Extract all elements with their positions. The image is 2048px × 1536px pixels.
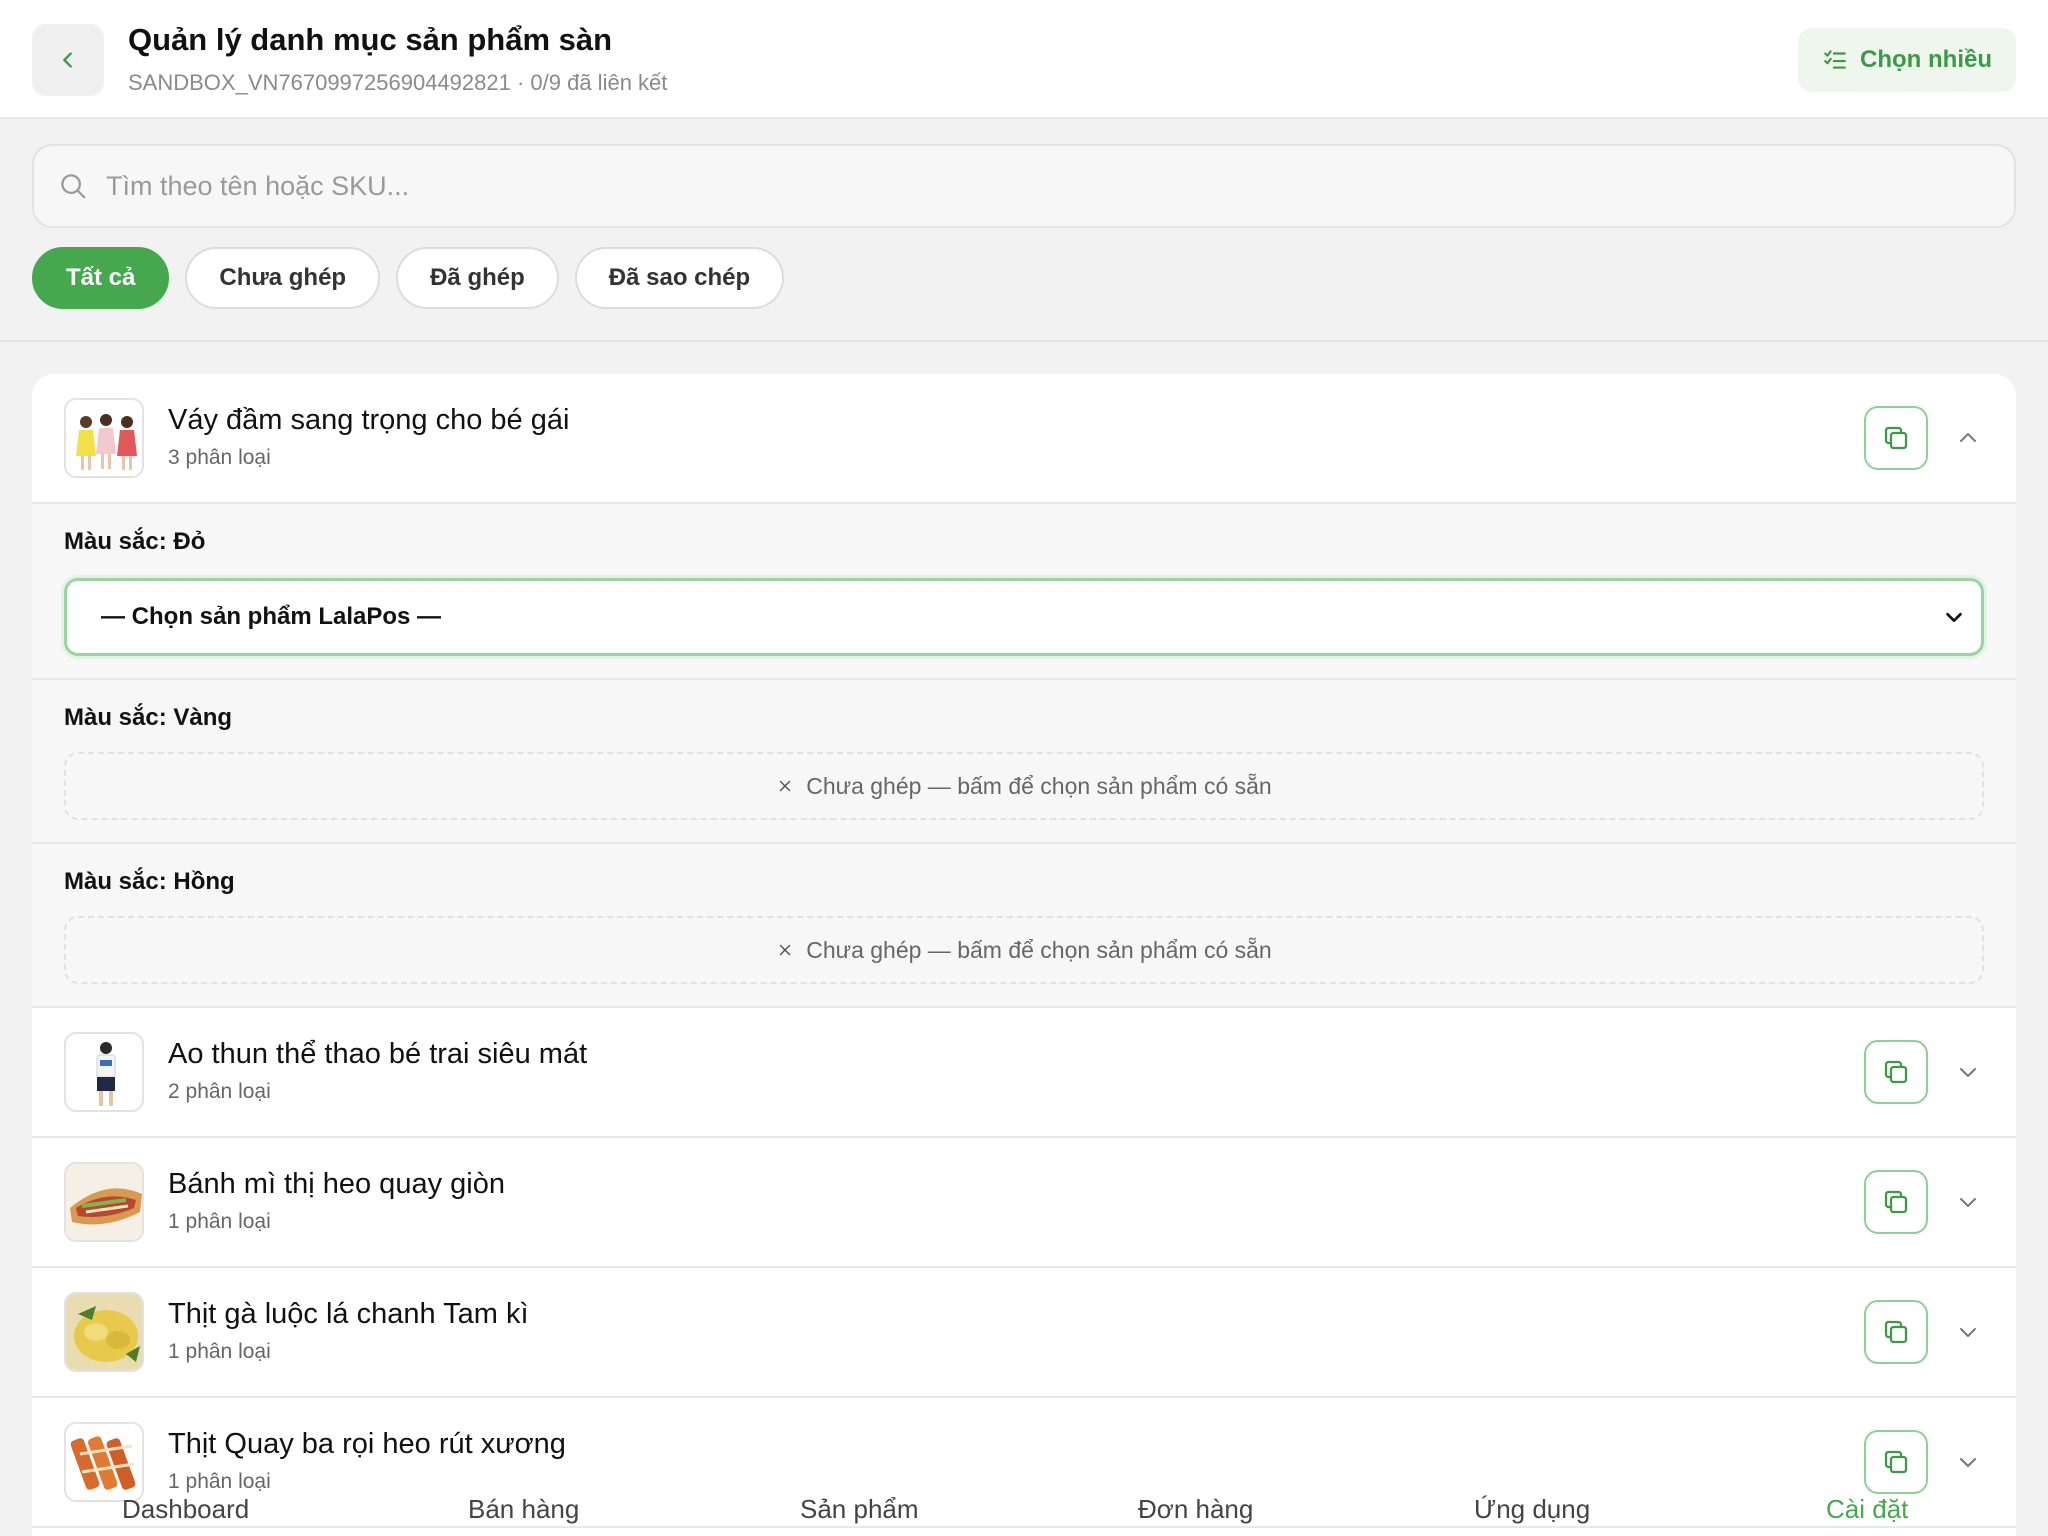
variant-count: 1 phân loại [168,1210,271,1233]
chevron-down-icon [1960,1328,1976,1337]
copy-button[interactable] [1864,1430,1928,1494]
app-root: Quản lý danh mục sản phẩm sàn SANDBOX_VN… [0,0,2048,1536]
collapse-toggle[interactable] [1952,422,1984,454]
copy-button[interactable] [1864,1300,1928,1364]
chevron-down-icon [1960,1068,1976,1077]
back-button[interactable] [32,24,104,96]
unmatched-placeholder[interactable]: Chưa ghép — bấm để chọn sản phẩm có sẵn [64,916,1984,984]
unmatched-text: Chưa ghép — bấm để chọn sản phẩm có sẵn [806,772,1272,799]
unmatched-text: Chưa ghép — bấm để chọn sản phẩm có sẵn [806,936,1272,963]
product-name: Thịt Quay ba rọi heo rút xương [168,1428,566,1460]
filter-all[interactable]: Tất cả [32,247,170,309]
expand-toggle[interactable] [1952,1316,1984,1348]
variant-count: 1 phân loại [168,1340,271,1363]
bottom-navigation: Dashboard Bán hàng Sản phẩm Đơn hàng Ứng… [0,1494,2048,1536]
copy-icon [1884,1190,1908,1214]
filter-copied[interactable]: Đã sao chép [574,247,785,309]
filter-unmatched[interactable]: Chưa ghép [185,247,381,309]
copy-icon [1884,1320,1908,1344]
product-row[interactable]: Váy đầm sang trọng cho bé gái 3 phân loạ… [32,374,2016,504]
product-row[interactable]: Thịt gà luộc lá chanh Tam kì 1 phân loại [32,1268,2016,1398]
chevron-up-icon [1960,433,1976,442]
variant-count: 1 phân loại [168,1470,271,1493]
top-header: Quản lý danh mục sản phẩm sàn SANDBOX_VN… [0,0,2048,119]
product-name: Ao thun thể thao bé trai siêu mát [168,1038,588,1070]
product-thumbnail [64,1292,144,1372]
product-select[interactable]: — Chọn sản phẩm LalaPos — [64,578,1984,656]
variant-count: 3 phân loại [168,446,271,469]
copy-icon [1884,1060,1908,1084]
search-icon [61,174,86,199]
nav-apps[interactable]: Ứng dụng [1474,1494,1590,1525]
product-name: Thịt gà luộc lá chanh Tam kì [168,1298,529,1330]
page-title: Quản lý danh mục sản phẩm sàn [128,22,613,57]
product-name: Bánh mì thị heo quay giòn [168,1168,505,1200]
product-thumbnail [64,1032,144,1112]
nav-dashboard[interactable]: Dashboard [122,1494,249,1525]
copy-icon [1884,1450,1908,1474]
variant-count: 2 phân loại [168,1080,271,1103]
nav-sales[interactable]: Bán hàng [468,1494,579,1525]
page-subtitle: SANDBOX_VN7670997256904492821 · 0/9 đã l… [128,70,668,95]
product-thumbnail [64,398,144,478]
close-icon [780,780,791,792]
product-list: Váy đầm sang trọng cho bé gái 3 phân loạ… [32,374,2016,1536]
product-name: Váy đầm sang trọng cho bé gái [168,404,570,436]
nav-products[interactable]: Sản phẩm [800,1494,919,1525]
checklist-icon [1824,50,1846,69]
copy-icon [1884,426,1908,450]
chevron-down-icon [1946,612,1962,623]
variant-label: Màu sắc: Đỏ [64,528,206,555]
product-thumbnail [64,1162,144,1242]
expand-toggle[interactable] [1952,1186,1984,1218]
variant-label: Màu sắc: Vàng [64,704,233,731]
nav-orders[interactable]: Đơn hàng [1138,1494,1253,1525]
variant-list: Màu sắc: Đỏ — Chọn sản phẩm LalaPos — Mà… [32,504,2016,1008]
copy-button[interactable] [1864,1170,1928,1234]
multi-select-label: Chọn nhiều [1860,46,1992,73]
close-icon [780,944,791,956]
nav-settings[interactable]: Cài đặt [1826,1494,1908,1525]
select-value: — Chọn sản phẩm LalaPos — [101,603,442,630]
filter-chips: Tất cả Chưa ghép Đã ghép Đã sao chép [32,247,785,309]
chevron-left-icon [63,52,72,68]
chevron-down-icon [1960,1458,1976,1467]
multi-select-button[interactable]: Chọn nhiều [1798,28,2016,92]
variant-item: Màu sắc: Hồng Chưa ghép — bấm để chọn sả… [32,844,2016,1008]
copy-button[interactable] [1864,1040,1928,1104]
copy-button[interactable] [1864,406,1928,470]
chevron-down-icon [1960,1198,1976,1207]
unmatched-placeholder[interactable]: Chưa ghép — bấm để chọn sản phẩm có sẵn [64,752,1984,820]
variant-item: Màu sắc: Đỏ — Chọn sản phẩm LalaPos — [32,504,2016,680]
section-divider [0,340,2048,342]
variant-item: Màu sắc: Vàng Chưa ghép — bấm để chọn sả… [32,680,2016,844]
expand-toggle[interactable] [1952,1056,1984,1088]
filter-matched[interactable]: Đã ghép [396,247,559,309]
product-thumbnail [64,1422,144,1502]
product-row[interactable]: Ao thun thể thao bé trai siêu mát 2 phân… [32,1008,2016,1138]
expand-toggle[interactable] [1952,1446,1984,1478]
search-bar [32,144,2016,228]
variant-label: Màu sắc: Hồng [64,868,235,895]
search-input[interactable] [106,170,2014,202]
product-row[interactable]: Bánh mì thị heo quay giòn 1 phân loại [32,1138,2016,1268]
